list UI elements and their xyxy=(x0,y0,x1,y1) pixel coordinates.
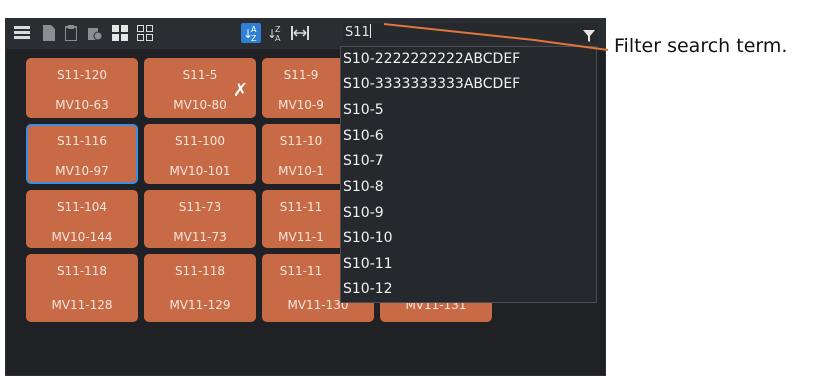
tile-source-label: S11-73 xyxy=(178,200,222,214)
suggestion-item[interactable]: S10-5 xyxy=(343,102,384,118)
tile-source-label: S11-100 xyxy=(174,134,226,148)
clipboard-icon[interactable] xyxy=(61,23,81,43)
svg-text:Z: Z xyxy=(275,25,281,34)
search-input-value: S11 xyxy=(345,25,370,40)
tile-source-label: S11-104 xyxy=(56,200,108,214)
source-tile[interactable]: S11-5 ✗ MV10-80 xyxy=(144,58,256,118)
tile-dest-label: MV10-101 xyxy=(169,164,231,178)
source-tile-selected[interactable]: S11-116 MV10-97 xyxy=(26,124,138,184)
list-view-icon[interactable] xyxy=(12,23,32,43)
text-caret xyxy=(369,24,371,38)
tile-dest-label: MV10-1 xyxy=(278,164,324,178)
source-tile[interactable]: S11-73 MV11-73 xyxy=(144,190,256,248)
tile-dest-label: MV10-144 xyxy=(51,230,113,244)
tile-source-label: S11-118 xyxy=(56,264,108,278)
svg-text:A: A xyxy=(275,34,281,42)
tile-source-label: S11-120 xyxy=(56,68,108,82)
suggestion-item[interactable]: S10-12 xyxy=(343,281,393,297)
tile-dest-label: MV11-73 xyxy=(173,230,227,244)
source-tile[interactable]: S11-11 MV11-1 xyxy=(262,190,340,248)
tile-dest-label: MV10-80 xyxy=(173,98,227,112)
small-grid-icon[interactable] xyxy=(135,23,155,43)
source-tile[interactable]: S11-10 MV10-1 xyxy=(262,124,340,184)
delete-icon[interactable] xyxy=(85,23,105,43)
svg-text:A: A xyxy=(251,25,257,34)
tile-dest-label: MV11-128 xyxy=(51,298,113,312)
suggestion-item[interactable]: S10-9 xyxy=(343,205,384,221)
tile-source-label: S11-11 xyxy=(279,200,323,214)
source-tile[interactable]: S11-104 MV10-144 xyxy=(26,190,138,248)
tile-source-label: S11-11 xyxy=(279,264,323,278)
source-tile[interactable]: S11-9 MV10-9 xyxy=(262,58,340,118)
sort-za-icon[interactable]: ↓ Z A xyxy=(265,23,285,43)
search-suggestions-dropdown: S10-2222222222ABCDEF S10-3333333333ABCDE… xyxy=(340,46,597,303)
tile-dest-label: MV11-129 xyxy=(169,298,231,312)
tile-source-label: S11-10 xyxy=(279,134,323,148)
source-tile[interactable]: S11-118 MV11-129 xyxy=(144,254,256,322)
suggestion-item[interactable]: S10-10 xyxy=(343,230,393,246)
suggestion-item[interactable]: S10-3333333333ABCDEF xyxy=(343,76,520,92)
tile-dest-label: MV10-63 xyxy=(55,98,109,112)
tile-source-label: S11-118 xyxy=(174,264,226,278)
source-tile[interactable]: S11-100 MV10-101 xyxy=(144,124,256,184)
tile-source-label: S11-9 xyxy=(283,68,319,82)
suggestion-item[interactable]: S10-6 xyxy=(343,128,384,144)
tile-dest-label: MV10-97 xyxy=(55,164,109,178)
tile-source-label: S11-116 xyxy=(56,134,108,148)
suggestion-item[interactable]: S10-7 xyxy=(343,153,384,169)
large-grid-icon[interactable] xyxy=(110,23,130,43)
suggestion-item[interactable]: S10-8 xyxy=(343,179,384,195)
sort-az-icon[interactable]: ↓ A Z xyxy=(241,23,261,43)
fit-width-icon[interactable] xyxy=(290,23,310,43)
source-tile[interactable]: S11-118 MV11-128 xyxy=(26,254,138,322)
source-tile[interactable]: S11-120 MV10-63 xyxy=(26,58,138,118)
svg-text:Z: Z xyxy=(251,34,257,42)
suggestion-item[interactable]: S10-11 xyxy=(343,256,393,272)
callout-label: Filter search term. xyxy=(614,35,788,57)
tile-dest-label: MV10-9 xyxy=(278,98,324,112)
callout-leader-line xyxy=(384,23,608,51)
document-icon[interactable] xyxy=(39,23,59,43)
tile-dest-label: MV11-1 xyxy=(278,230,324,244)
